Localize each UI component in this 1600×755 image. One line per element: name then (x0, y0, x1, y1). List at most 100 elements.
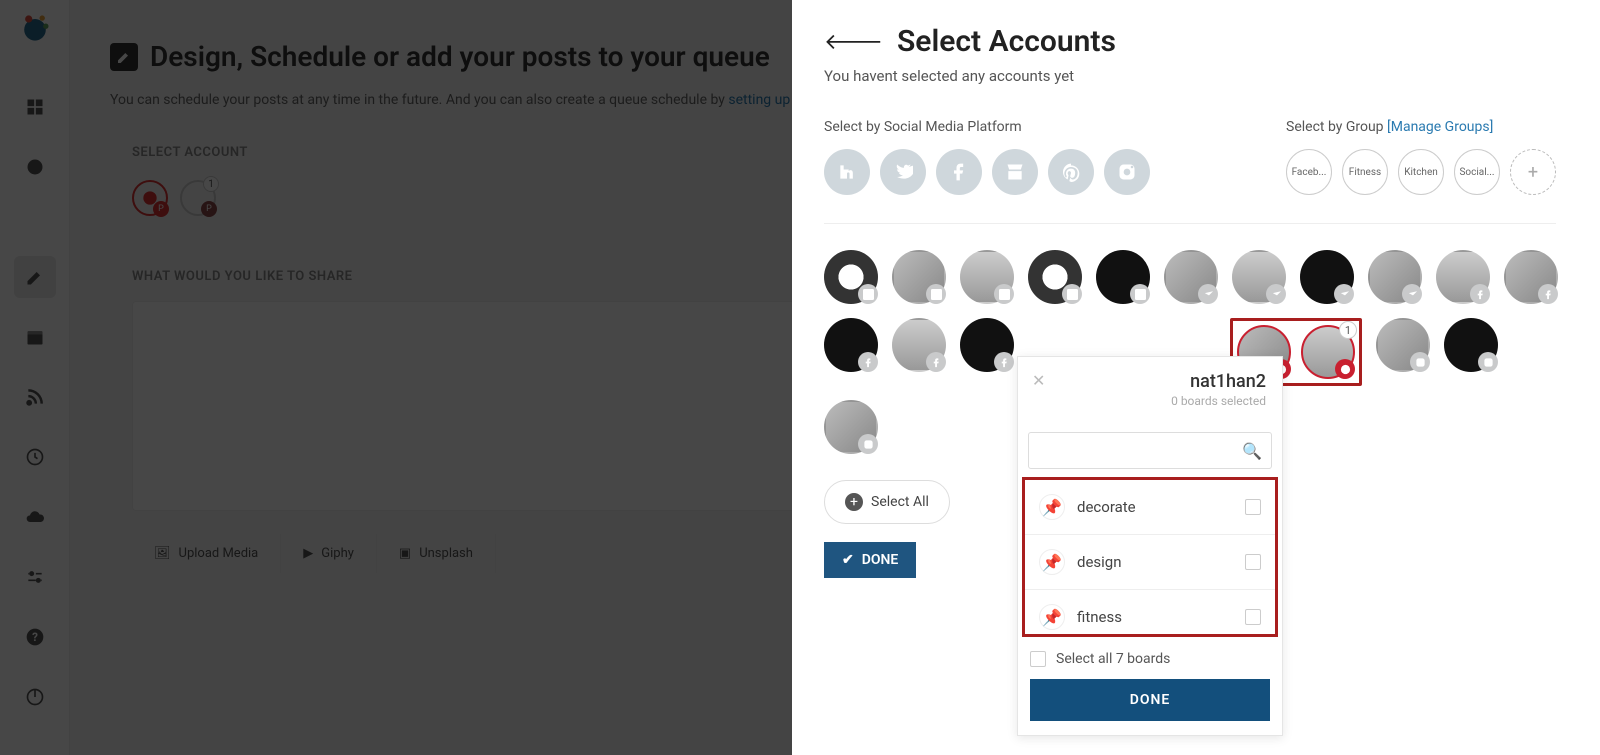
facebook-icon (1538, 284, 1558, 304)
boards-selected-count: 0 boards selected (1034, 394, 1266, 408)
share-label: WHAT WOULD YOU LIKE TO SHARE (132, 269, 352, 284)
unsplash-button[interactable]: ▣Unsplash (377, 534, 496, 573)
account-avatar[interactable] (1444, 318, 1498, 372)
nav-dashboard-icon[interactable] (14, 86, 56, 128)
twitter-icon (1198, 284, 1218, 304)
nav-cloud-icon[interactable] (14, 496, 56, 538)
pin-icon: 📌 (1039, 494, 1065, 520)
account-avatar[interactable] (1028, 250, 1082, 304)
pin-icon: 📌 (1039, 549, 1065, 575)
nav-clock-icon[interactable] (14, 146, 56, 188)
account-avatar[interactable] (1436, 250, 1490, 304)
nav-settings-icon[interactable] (14, 556, 56, 598)
gmb-platform-icon[interactable] (992, 149, 1038, 195)
pinterest-boards-popup: ✕ nat1han2 0 boards selected 🔍 📌 decorat… (1017, 356, 1283, 736)
instagram-icon (1478, 352, 1498, 372)
board-item[interactable]: 📌 design (1025, 535, 1275, 590)
account-avatar[interactable] (824, 318, 878, 372)
board-search-wrapper: 🔍 (1028, 432, 1272, 469)
facebook-icon (1470, 284, 1490, 304)
pinterest-username: nat1han2 (1034, 371, 1266, 392)
board-item[interactable]: 📌 fitness (1025, 590, 1275, 634)
account-avatar[interactable] (892, 250, 946, 304)
upload-media-button[interactable]: 🖼Upload Media (132, 534, 281, 573)
pinterest-account-badge[interactable]: P (132, 180, 168, 216)
panel-title: Select Accounts (897, 24, 1116, 59)
linkedin-icon (1062, 284, 1082, 304)
nav-rss-icon[interactable] (14, 376, 56, 418)
linkedin-icon (858, 284, 878, 304)
account-avatar[interactable] (960, 250, 1014, 304)
board-checkbox[interactable] (1245, 554, 1261, 570)
account-avatar[interactable] (892, 318, 946, 372)
account-avatar[interactable] (960, 318, 1014, 372)
facebook-icon (994, 352, 1014, 372)
linkedin-icon (994, 284, 1014, 304)
select-all-button[interactable]: + Select All (824, 480, 950, 524)
pinterest-mini-icon: P (153, 201, 169, 217)
pinterest-platform-icon[interactable] (1048, 149, 1094, 195)
platform-select-label: Select by Social Media Platform (824, 119, 1150, 135)
account-avatar[interactable] (1300, 250, 1354, 304)
add-group-button[interactable]: + (1510, 149, 1556, 195)
account-avatar[interactable] (1376, 318, 1430, 372)
instagram-icon (858, 434, 878, 454)
platform-filter-row (824, 149, 1150, 195)
instagram-icon (1410, 352, 1430, 372)
account-avatar[interactable] (1368, 250, 1422, 304)
board-checkbox[interactable] (1245, 499, 1261, 515)
unsplash-icon: ▣ (399, 546, 411, 561)
account-avatar[interactable] (824, 250, 878, 304)
twitter-icon (1266, 284, 1286, 304)
plus-icon: + (845, 493, 863, 511)
image-icon: 🖼 (154, 546, 171, 561)
check-icon: ✔ (842, 552, 854, 568)
facebook-icon (858, 352, 878, 372)
nav-logout-icon[interactable] (14, 676, 56, 718)
select-all-checkbox[interactable] (1030, 651, 1046, 667)
group-chip[interactable]: Social... (1454, 149, 1500, 195)
app-logo (17, 10, 53, 46)
instagram-platform-icon[interactable] (1104, 149, 1150, 195)
boards-list[interactable]: 📌 decorate 📌 design 📌 fitness 📌 (1025, 480, 1275, 634)
boards-done-button[interactable]: DONE (1030, 679, 1270, 721)
board-search-input[interactable] (1028, 432, 1272, 469)
nav-history-icon[interactable] (14, 436, 56, 478)
account-avatar[interactable] (1504, 250, 1558, 304)
twitter-platform-icon[interactable] (880, 149, 926, 195)
manage-groups-link[interactable]: [Manage Groups] (1387, 119, 1493, 135)
badge-count: 1 (203, 176, 219, 192)
facebook-icon (926, 352, 946, 372)
account-avatar[interactable] (1096, 250, 1150, 304)
pinterest-account-badge-2[interactable]: 1 P (180, 180, 216, 216)
boards-list-highlight: 📌 decorate 📌 design 📌 fitness 📌 (1022, 477, 1278, 637)
group-select-label: Select by Group [Manage Groups] (1286, 119, 1556, 135)
linkedin-icon (1130, 284, 1150, 304)
board-item[interactable]: 📌 decorate (1025, 480, 1275, 535)
board-checkbox[interactable] (1245, 609, 1261, 625)
back-arrow-icon[interactable]: 🡐 (824, 29, 883, 55)
giphy-button[interactable]: ▶Giphy (281, 534, 377, 573)
compose-header-icon (110, 43, 138, 71)
board-count-badge: 1 (1339, 321, 1357, 339)
facebook-platform-icon[interactable] (936, 149, 982, 195)
twitter-icon (1402, 284, 1422, 304)
panel-subtitle: You havent selected any accounts yet (824, 67, 1556, 85)
nav-calendar-icon[interactable] (14, 316, 56, 358)
account-avatar[interactable] (1164, 250, 1218, 304)
account-avatar[interactable] (1232, 250, 1286, 304)
select-all-boards-row[interactable]: Select all 7 boards (1030, 651, 1270, 667)
group-chip[interactable]: Kitchen (1398, 149, 1444, 195)
pinterest-account-avatar[interactable]: 1 (1301, 325, 1355, 379)
done-button[interactable]: ✔ DONE (824, 542, 916, 578)
linkedin-platform-icon[interactable] (824, 149, 870, 195)
close-icon[interactable]: ✕ (1032, 371, 1045, 390)
group-chip[interactable]: Faceb... (1286, 149, 1332, 195)
pinterest-mini-icon: P (201, 201, 217, 217)
account-avatar[interactable] (824, 400, 878, 454)
twitter-icon (1334, 284, 1354, 304)
nav-help-icon[interactable]: ? (14, 616, 56, 658)
nav-compose-icon[interactable] (14, 256, 56, 298)
pin-icon: 📌 (1039, 604, 1065, 630)
group-chip[interactable]: Fitness (1342, 149, 1388, 195)
